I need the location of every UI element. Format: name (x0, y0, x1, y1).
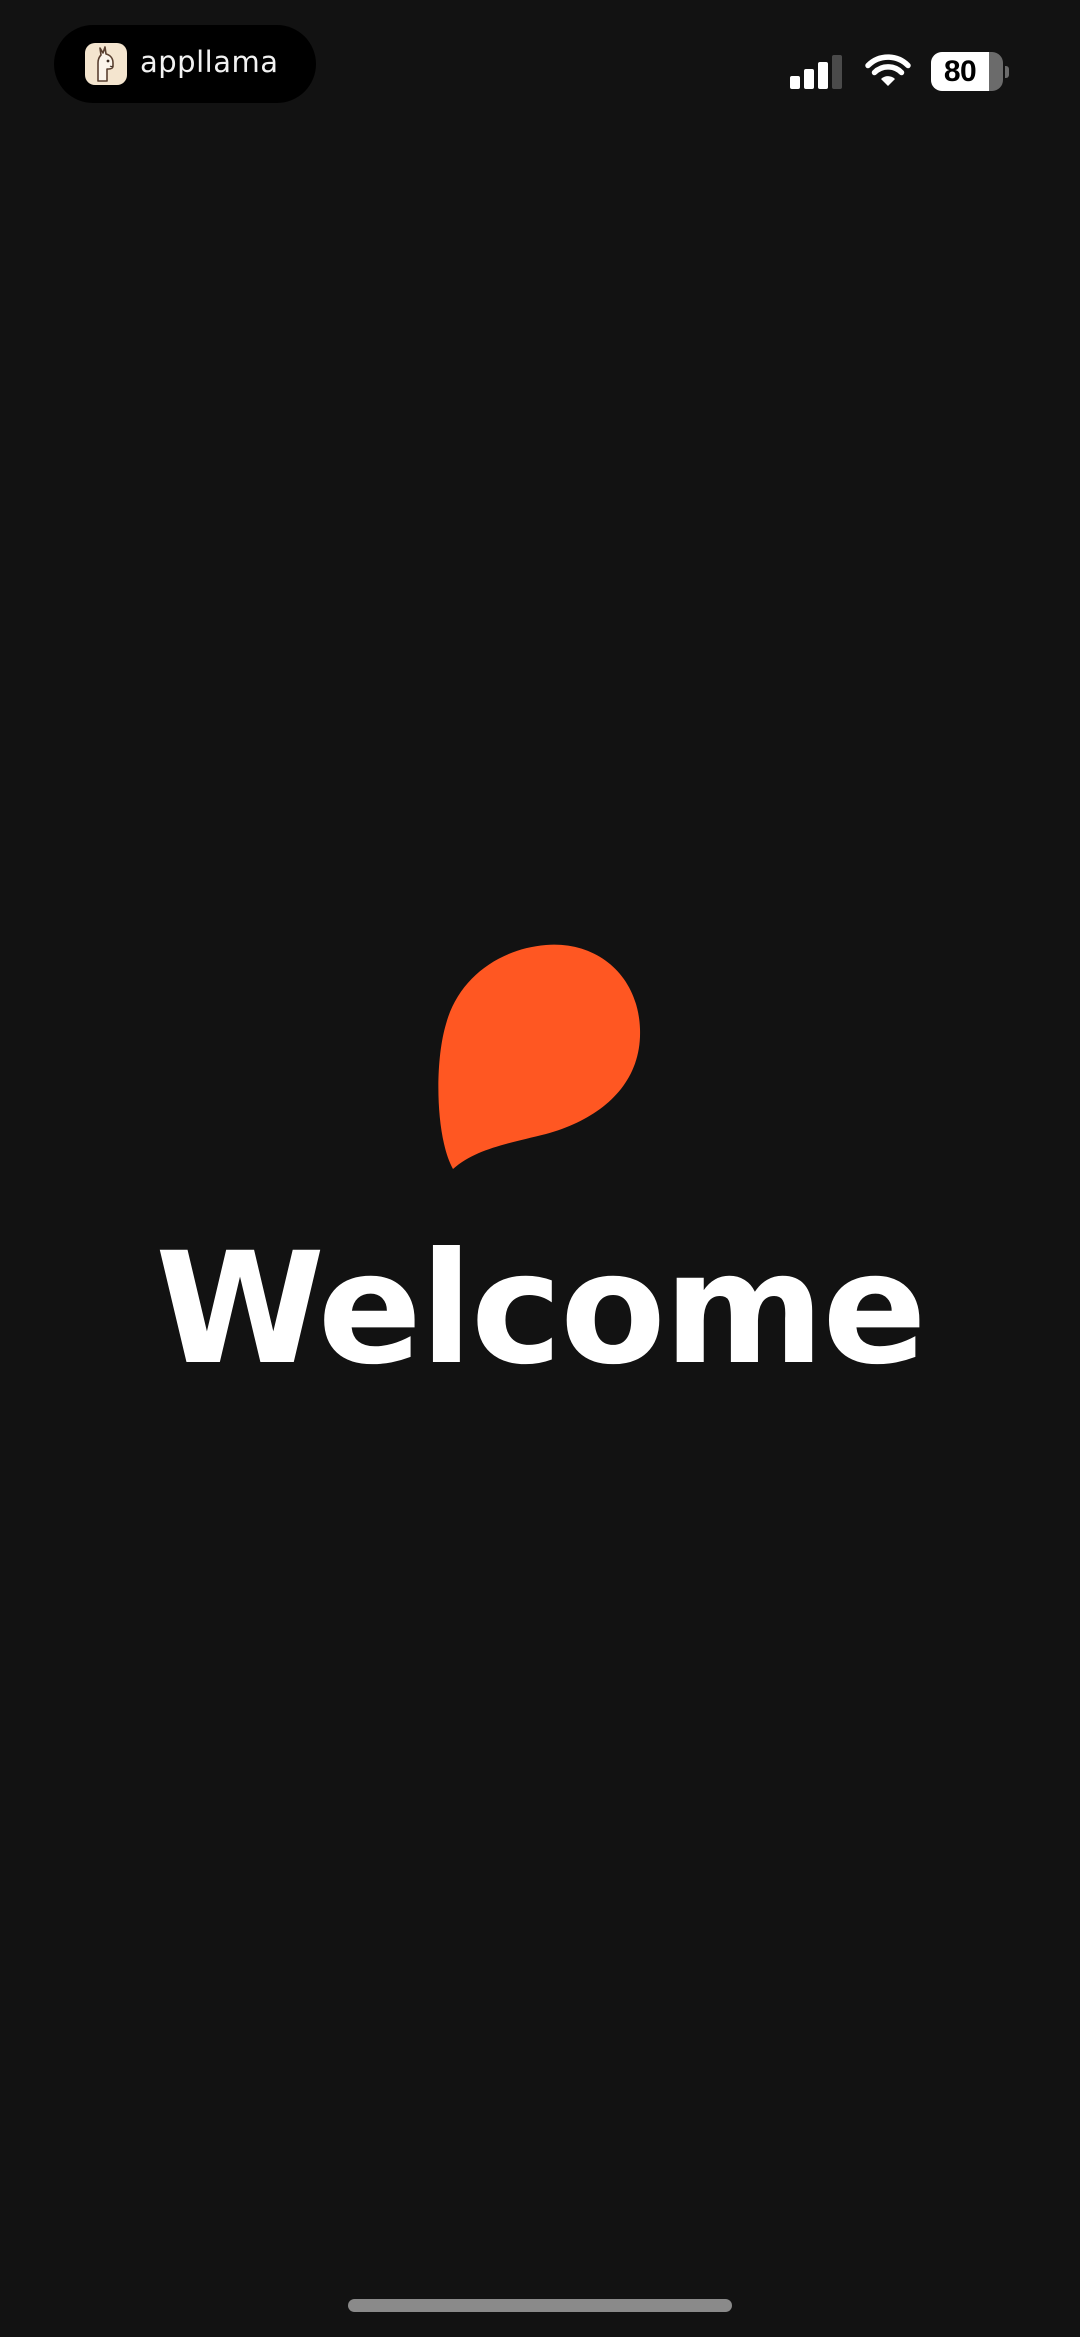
battery-icon: 80 (931, 52, 1009, 91)
app-pill[interactable]: appllama (54, 25, 316, 103)
home-indicator[interactable] (348, 2299, 732, 2312)
status-bar: appllama 80 (0, 0, 1080, 120)
orange-drop-logo-icon (438, 944, 641, 1169)
welcome-title: Welcome (155, 1220, 927, 1399)
app-name: appllama (140, 44, 279, 79)
wifi-icon (865, 54, 911, 86)
splash-screen: appllama 80 Welcome (0, 0, 1080, 2337)
battery-level: 80 (943, 54, 977, 88)
llama-icon (85, 43, 127, 85)
cellular-signal-icon (790, 55, 844, 89)
